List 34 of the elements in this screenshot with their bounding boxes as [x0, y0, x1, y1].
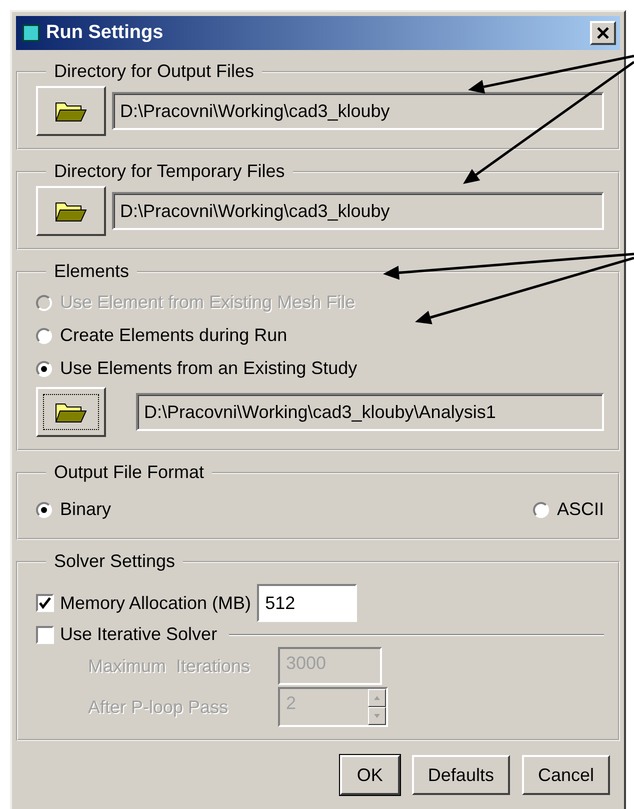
memory-field[interactable]: 512 [257, 584, 358, 622]
window-title: Run Settings [46, 22, 164, 44]
radio-button[interactable] [36, 502, 52, 518]
group-label: Solver Settings [53, 551, 176, 572]
group-label: Directory for Output Files [53, 61, 256, 82]
folder-icon [55, 200, 87, 222]
radio-label: ASCII [556, 499, 604, 520]
dialog-button[interactable]: Cancel [522, 755, 610, 795]
dialog-button[interactable]: Defaults [412, 755, 510, 795]
checkbox[interactable] [36, 626, 54, 644]
close-button[interactable] [590, 21, 616, 45]
radio-label: Binary [60, 499, 112, 520]
radio-button[interactable] [36, 328, 52, 344]
path-field[interactable]: D:\Pracovni\Working\cad3_klouby\Analysis1 [136, 393, 604, 431]
radio-label: Use Elements from an Existing Study [60, 358, 358, 379]
checkbox-label: Use Iterative Solver [60, 624, 218, 645]
close-icon [596, 27, 610, 39]
group-label: Output File Format [53, 462, 206, 483]
radio-label: Create Elements during Run [60, 325, 288, 346]
path-field[interactable]: D:\Pracovni\Working\cad3_klouby [112, 92, 604, 130]
group-label: Directory for Temporary Files [53, 161, 286, 182]
path-field[interactable]: D:\Pracovni\Working\cad3_klouby [112, 192, 604, 230]
dialog-button[interactable]: OK [340, 755, 400, 795]
radio-button[interactable] [36, 360, 52, 376]
browse-button[interactable] [36, 387, 106, 437]
checkbox-label: Memory Allocation (MB) [60, 592, 252, 614]
folder-icon [55, 100, 87, 122]
app-icon [22, 24, 40, 42]
browse-button[interactable] [36, 86, 106, 136]
radio-button[interactable] [532, 502, 549, 518]
group-label: Elements [53, 261, 130, 282]
checkbox[interactable] [36, 594, 54, 612]
folder-icon [55, 401, 87, 423]
browse-button[interactable] [36, 186, 106, 236]
